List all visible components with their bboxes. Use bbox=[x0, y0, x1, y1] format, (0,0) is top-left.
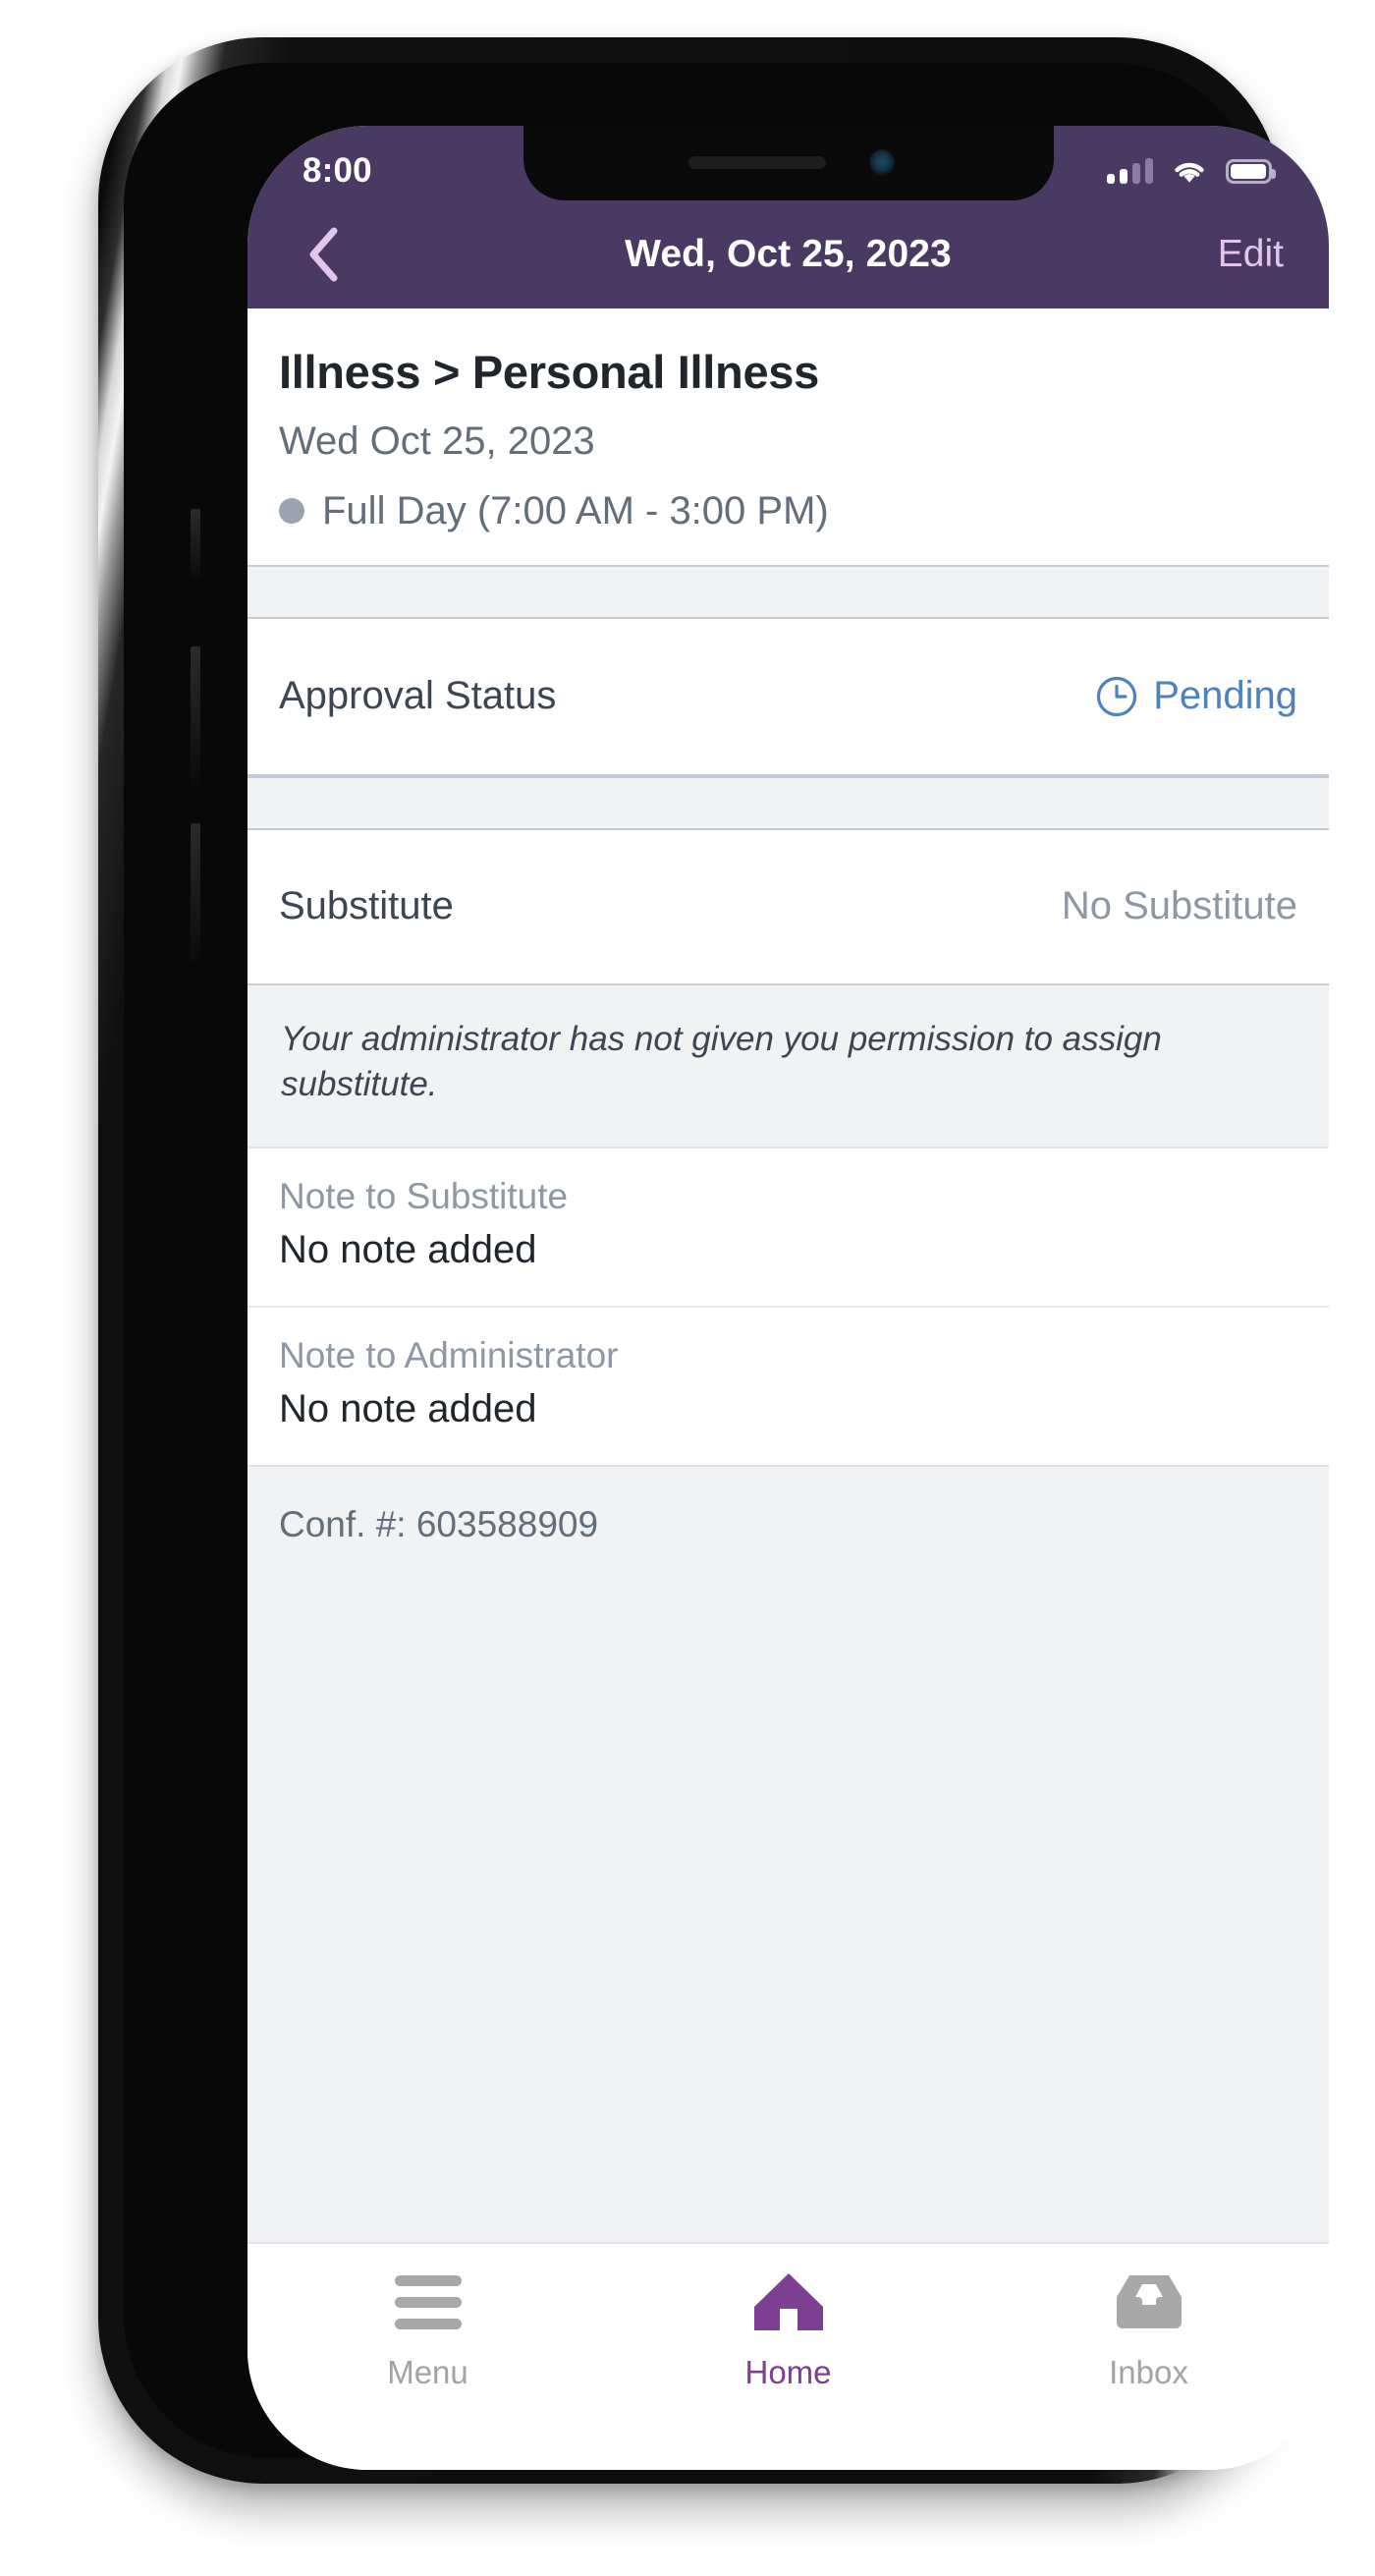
absence-summary-header: Illness > Personal Illness Wed Oct 25, 2… bbox=[248, 308, 1329, 565]
substitute-permission-note: Your administrator has not given you per… bbox=[248, 985, 1329, 1148]
tab-menu-label: Menu bbox=[387, 2354, 468, 2391]
substitute-label: Substitute bbox=[279, 884, 454, 928]
substitute-row[interactable]: Substitute No Substitute bbox=[248, 830, 1329, 985]
absence-date-text: Wed Oct 25, 2023 bbox=[279, 420, 1297, 464]
volume-down-button[interactable] bbox=[191, 823, 200, 963]
duration-status-dot-icon bbox=[279, 498, 304, 524]
note-to-substitute-value: No note added bbox=[279, 1228, 1297, 1272]
home-icon bbox=[751, 2270, 826, 2333]
tab-inbox-label: Inbox bbox=[1109, 2354, 1188, 2391]
substitute-value: No Substitute bbox=[1062, 884, 1297, 928]
earpiece-speaker-icon bbox=[688, 156, 826, 169]
approval-status-row[interactable]: Approval Status Pending bbox=[248, 619, 1329, 776]
volume-up-button[interactable] bbox=[191, 646, 200, 786]
approval-status-value: Pending bbox=[1153, 674, 1297, 718]
section-separator-band bbox=[248, 565, 1329, 619]
absence-detail-content: Illness > Personal Illness Wed Oct 25, 2… bbox=[248, 308, 1329, 2242]
absence-duration-text: Full Day (7:00 AM - 3:00 PM) bbox=[322, 489, 829, 533]
back-button[interactable] bbox=[293, 224, 354, 285]
hamburger-menu-icon bbox=[395, 2275, 462, 2329]
device-notch bbox=[523, 126, 1054, 200]
battery-level-fill bbox=[1231, 164, 1266, 179]
battery-icon bbox=[1226, 159, 1272, 184]
bottom-tab-bar: Menu Home Inbox bbox=[248, 2242, 1329, 2470]
phone-screen: 8:00 Wed, Oc bbox=[248, 126, 1329, 2470]
tab-home[interactable]: Home bbox=[608, 2271, 968, 2470]
confirmation-number-block: Conf. #: 603588909 bbox=[248, 1465, 1329, 1545]
hamburger-menu-icon-wrap bbox=[395, 2271, 462, 2332]
absence-reason-title: Illness > Personal Illness bbox=[279, 348, 1297, 398]
wifi-icon bbox=[1172, 158, 1207, 185]
inbox-tray-icon-wrap bbox=[1114, 2271, 1184, 2332]
page-title: Wed, Oct 25, 2023 bbox=[248, 233, 1329, 276]
approval-status-badge: Pending bbox=[1095, 674, 1297, 718]
note-to-administrator-value: No note added bbox=[279, 1387, 1297, 1431]
edit-button[interactable]: Edit bbox=[1218, 233, 1284, 276]
navigation-bar: Wed, Oct 25, 2023 Edit bbox=[248, 200, 1329, 308]
note-to-substitute-label: Note to Substitute bbox=[279, 1176, 1297, 1217]
inbox-tray-icon bbox=[1114, 2271, 1184, 2332]
note-to-administrator-block[interactable]: Note to Administrator No note added bbox=[248, 1308, 1329, 1465]
confirmation-number-text: Conf. #: 603588909 bbox=[279, 1504, 1297, 1545]
clock-icon bbox=[1095, 675, 1138, 718]
front-camera-icon bbox=[869, 149, 895, 177]
tab-home-label: Home bbox=[744, 2354, 831, 2391]
absence-duration-row: Full Day (7:00 AM - 3:00 PM) bbox=[279, 489, 1297, 533]
status-time: 8:00 bbox=[302, 151, 372, 191]
approval-status-label: Approval Status bbox=[279, 674, 556, 718]
section-separator-band-2 bbox=[248, 776, 1329, 830]
note-to-substitute-block[interactable]: Note to Substitute No note added bbox=[248, 1148, 1329, 1308]
note-to-administrator-label: Note to Administrator bbox=[279, 1335, 1297, 1376]
silent-switch-button[interactable] bbox=[191, 509, 200, 580]
tab-inbox[interactable]: Inbox bbox=[968, 2271, 1329, 2470]
chevron-left-icon bbox=[306, 226, 340, 283]
signal-bars-icon bbox=[1107, 158, 1153, 184]
home-icon-wrap bbox=[751, 2271, 826, 2332]
tab-menu[interactable]: Menu bbox=[248, 2271, 608, 2470]
phone-device-frame: 8:00 Wed, Oc bbox=[98, 37, 1282, 2484]
status-icons-group bbox=[1107, 158, 1272, 185]
